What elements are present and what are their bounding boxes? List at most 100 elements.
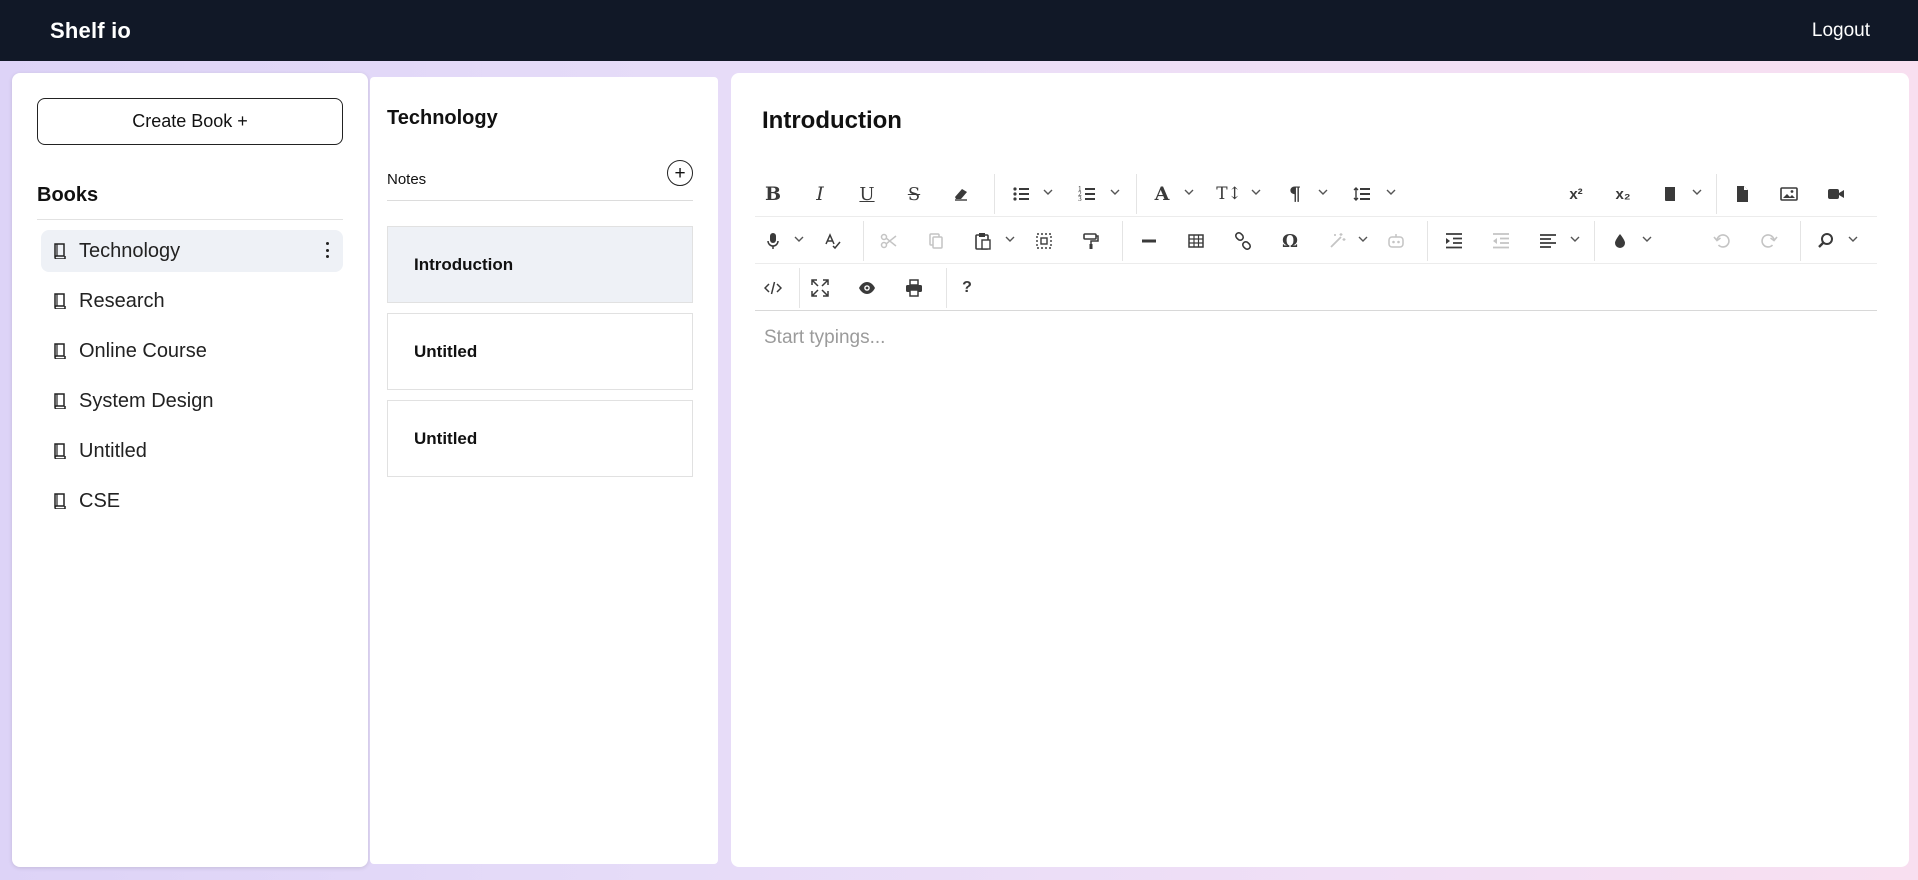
chevron-down-icon[interactable] [1317,186,1329,198]
chevron-down-icon[interactable] [1385,186,1397,198]
video-icon[interactable] [1822,180,1850,208]
logout-button[interactable]: Logout [1812,20,1870,42]
copy-format-icon[interactable] [1077,227,1105,255]
book-icon [53,493,67,509]
chevron-down-icon[interactable] [793,233,805,245]
chevron-down-icon[interactable] [1847,233,1859,245]
book-label: CSE [79,489,121,512]
select-all-icon[interactable] [1030,227,1058,255]
toolbar-row-3: ? [755,264,1877,311]
note-item-untitled[interactable]: Untitled [387,400,693,477]
add-note-icon[interactable]: + [667,160,693,186]
special-character-icon[interactable]: Ω [1276,227,1304,255]
book-list: Technology Research Online Course System… [41,230,343,530]
color-drop-icon[interactable] [1606,227,1634,255]
toolbar-separator [946,268,947,308]
create-book-button[interactable]: Create Book + [37,98,343,145]
strikethrough-icon[interactable]: S [900,180,928,208]
indent-icon[interactable] [1440,227,1468,255]
source-code-icon[interactable] [759,274,787,302]
books-heading: Books [37,184,99,206]
redo-icon[interactable] [1755,227,1783,255]
chevron-down-icon[interactable] [1357,233,1369,245]
horizontal-rule-icon[interactable] [1135,227,1163,255]
magic-wand-icon[interactable] [1323,227,1351,255]
toolbar-separator [1122,221,1123,261]
image-icon[interactable] [1775,180,1803,208]
book-icon [53,393,67,409]
editor-content-area[interactable]: Start typings... [757,323,1877,843]
eraser-icon[interactable] [947,180,975,208]
font-color-icon[interactable]: A [1148,180,1176,208]
cut-icon[interactable] [875,227,903,255]
book-label: Technology [79,239,181,262]
notes-panel: Technology Notes + Introduction Untitled… [370,77,718,864]
note-title: Untitled [414,428,478,448]
toolbar-separator [1594,221,1595,261]
robot-icon[interactable] [1382,227,1410,255]
chevron-down-icon[interactable] [1641,233,1653,245]
help-icon[interactable]: ? [953,274,981,302]
toolbar-separator [799,268,800,308]
align-left-icon[interactable] [1534,227,1562,255]
book-icon[interactable] [1656,180,1684,208]
book-icon [53,443,67,459]
book-item-online-course[interactable]: Online Course [41,330,343,372]
chevron-down-icon[interactable] [1183,186,1195,198]
chevron-down-icon[interactable] [1042,186,1054,198]
svg-text:3: 3 [1078,196,1082,203]
link-icon[interactable] [1229,227,1257,255]
file-icon[interactable] [1728,180,1756,208]
toolbar-separator [1800,221,1801,261]
copy-icon[interactable] [922,227,950,255]
brand-logo[interactable]: Shelf io [50,18,131,44]
chevron-down-icon[interactable] [1109,186,1121,198]
bullet-list-icon[interactable] [1007,180,1035,208]
spellcheck-icon[interactable] [819,227,847,255]
notes-book-title: Technology [387,107,498,129]
chevron-down-icon[interactable] [1691,186,1703,198]
more-options-icon[interactable] [325,242,329,258]
toolbar-separator [1427,221,1428,261]
book-item-system-design[interactable]: System Design [41,380,343,422]
paste-icon[interactable] [969,227,997,255]
outdent-icon[interactable] [1487,227,1515,255]
undo-icon[interactable] [1708,227,1736,255]
find-icon[interactable] [1812,227,1840,255]
italic-icon[interactable]: I [806,180,834,208]
microphone-icon[interactable] [759,227,787,255]
underline-icon[interactable]: U [853,180,881,208]
book-label: Online Course [79,339,207,362]
book-item-untitled[interactable]: Untitled [41,430,343,472]
preview-eye-icon[interactable] [853,274,881,302]
book-label: System Design [79,389,214,412]
book-item-technology[interactable]: Technology [41,230,343,272]
notes-header: Notes + [387,160,693,201]
bold-icon[interactable]: B [759,180,787,208]
font-size-icon[interactable]: T↕ [1215,180,1243,208]
chevron-down-icon[interactable] [1569,233,1581,245]
note-title: Introduction [414,254,514,274]
book-item-research[interactable]: Research [41,280,343,322]
table-icon[interactable] [1182,227,1210,255]
numbered-list-icon[interactable]: 123 [1073,180,1101,208]
toolbar-row-2: Ω [755,217,1877,264]
editor-panel: Introduction B I U S 123 A T↕ ¶ x² x₂ Ω … [731,73,1909,867]
line-height-icon[interactable] [1348,180,1376,208]
note-item-introduction[interactable]: Introduction [387,226,693,303]
chevron-down-icon[interactable] [1250,186,1262,198]
notes-label: Notes [387,171,427,188]
top-navbar: Shelf io Logout [0,0,1918,61]
book-label: Research [79,289,165,312]
fullscreen-icon[interactable] [806,274,834,302]
toolbar-separator [1136,174,1137,214]
paragraph-icon[interactable]: ¶ [1281,180,1309,208]
book-item-cse[interactable]: CSE [41,480,343,522]
superscript-icon[interactable]: x² [1562,180,1590,208]
print-icon[interactable] [900,274,928,302]
subscript-icon[interactable]: x₂ [1609,180,1637,208]
note-title-heading[interactable]: Introduction [762,107,902,135]
toolbar-separator [863,221,864,261]
note-item-untitled[interactable]: Untitled [387,313,693,390]
chevron-down-icon[interactable] [1004,233,1016,245]
